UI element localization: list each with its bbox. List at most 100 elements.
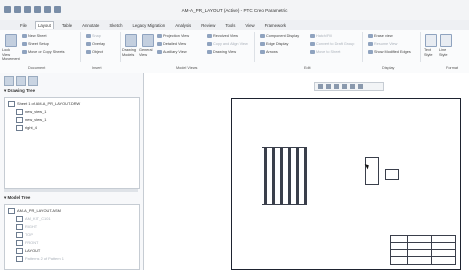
general-view-icon[interactable] — [142, 34, 154, 47]
repaint-icon[interactable] — [342, 84, 347, 89]
title-bar: AM-A_PR_LAYOUT (Active) - PTC Creo Param… — [0, 0, 469, 21]
zoom-out-icon[interactable] — [334, 84, 339, 89]
drawing-sheet[interactable] — [231, 98, 461, 270]
view-manager-icon[interactable] — [358, 84, 363, 89]
component-display-button[interactable]: Component Display — [260, 34, 299, 38]
pattern-icon — [16, 256, 23, 262]
tree-item-part[interactable]: AM_KIT_C101 — [16, 216, 51, 222]
tree-item-datum[interactable]: TOP — [16, 232, 33, 238]
tab-tools[interactable]: Tools — [223, 22, 237, 29]
group-label-insert[interactable]: Insert — [92, 66, 102, 70]
tab-annotate[interactable]: Annotate — [80, 22, 101, 29]
drawing-view-front[interactable] — [262, 147, 307, 205]
group-label-format[interactable]: Format — [446, 66, 458, 70]
line-style-icon[interactable] — [440, 34, 452, 47]
revolved-view-icon — [207, 34, 212, 38]
geometry-line — [262, 147, 307, 148]
graphics-window[interactable] — [144, 73, 469, 270]
group-label-model-views[interactable]: Model Views — [176, 66, 197, 70]
convert-draft-group-button[interactable]: Convert to Draft Group — [310, 42, 354, 46]
folder-tab-icon[interactable] — [16, 76, 26, 86]
overlay-button[interactable]: Overlay — [86, 42, 105, 46]
projection-view-button[interactable]: Projection View — [157, 34, 189, 38]
part-icon — [16, 216, 23, 222]
title-block — [390, 235, 456, 265]
tree-item-view-label: right_4 — [25, 125, 37, 131]
window-title: AM-A_PR_LAYOUT (Active) - PTC Creo Param… — [181, 8, 288, 13]
refit-icon[interactable] — [318, 84, 323, 89]
detailed-view-button[interactable]: Detailed View — [157, 42, 186, 46]
overlay-label: Overlay — [92, 42, 106, 46]
drawing-models-icon[interactable] — [125, 34, 137, 47]
line-style-button[interactable]: Line Style — [439, 48, 451, 57]
tree-item-view[interactable]: new_view_1 — [16, 117, 46, 123]
tab-legacy-migration[interactable]: Legacy Migration — [130, 22, 167, 29]
lock-view-icon[interactable] — [5, 34, 17, 47]
tab-table[interactable]: Table — [60, 22, 74, 29]
drawing-tree-title: Drawing Tree — [7, 88, 36, 93]
drawing-models-button[interactable]: Drawing Models — [122, 48, 137, 57]
tree-item-assembly[interactable]: AM-A_PR_LAYOUT.ASM — [8, 208, 61, 214]
sheet-setup-button[interactable]: Sheet Setup — [22, 42, 49, 46]
group-label-display[interactable]: Display — [382, 66, 394, 70]
hatch-fill-icon — [310, 34, 315, 38]
general-view-button[interactable]: General View — [139, 48, 154, 57]
revolved-view-button[interactable]: Revolved View — [207, 34, 238, 38]
drawing-tree-header[interactable]: ▾ Drawing Tree — [4, 88, 35, 94]
tree-item-layout[interactable]: LAYOUT — [16, 248, 40, 254]
tab-sketch[interactable]: Sketch — [107, 22, 124, 29]
arrows-button[interactable]: Arrows — [260, 50, 278, 54]
drawing-view-button[interactable]: Drawing View — [207, 50, 236, 54]
tab-file[interactable]: File — [18, 22, 29, 29]
show-modified-edges-button[interactable]: Show Modified Edges — [368, 50, 411, 54]
tree-tab-icon[interactable] — [4, 76, 14, 86]
edge-display-button[interactable]: Edge Display — [260, 42, 288, 46]
tab-view[interactable]: View — [243, 22, 256, 29]
display-style-icon[interactable] — [350, 84, 355, 89]
table-line — [391, 242, 455, 243]
object-button[interactable]: Object — [86, 50, 103, 54]
text-style-button[interactable]: Text Style — [424, 48, 436, 57]
snap-button[interactable]: Snap — [86, 34, 101, 38]
drawing-tree-scrollbar[interactable] — [4, 189, 138, 192]
tree-item-datum-label: TOP — [25, 232, 33, 238]
drawing-view-detail[interactable] — [385, 169, 399, 180]
hatch-fill-button[interactable]: Hatch/Fill — [310, 34, 332, 38]
move-copy-sheets-label: Move or Copy Sheets — [28, 50, 65, 54]
model-tree-header[interactable]: ▾ Model Tree — [4, 195, 30, 201]
model-tree: AM-A_PR_LAYOUT.ASM AM_KIT_C101 RIGHT TOP… — [4, 204, 140, 270]
copy-align-view-icon — [207, 42, 212, 46]
tree-item-pattern[interactable]: Patterns 2 of Pattern 1 — [16, 256, 64, 262]
drawing-view-side[interactable] — [365, 157, 379, 185]
overlay-icon — [86, 42, 91, 46]
tree-item-datum[interactable]: RIGHT — [16, 224, 37, 230]
copy-align-view-button[interactable]: Copy and Align View — [207, 42, 248, 46]
lock-view-movement-button[interactable]: Lock View Movement — [2, 48, 20, 62]
group-label-edit[interactable]: Edit — [304, 66, 311, 70]
resume-view-button[interactable]: Resume View — [368, 42, 397, 46]
document-group: Lock View Movement New Sheet Sheet Setup… — [2, 32, 81, 62]
navigator-panel: ▾ Drawing Tree Sheet 1 of AM-A_PR_LAYOUT… — [0, 73, 144, 270]
table-line — [391, 249, 455, 250]
favorites-tab-icon[interactable] — [28, 76, 38, 86]
new-sheet-button[interactable]: New Sheet — [22, 34, 47, 38]
zoom-in-icon[interactable] — [326, 84, 331, 89]
tree-item-datum[interactable]: FRONT — [16, 240, 38, 246]
tab-framework[interactable]: Framework — [263, 22, 289, 29]
tab-review[interactable]: Review — [199, 22, 217, 29]
display-group: Erase view Resume View Show Modified Edg… — [364, 32, 421, 62]
erase-view-label: Erase view — [374, 34, 393, 38]
text-style-icon[interactable] — [425, 34, 437, 47]
tab-analysis[interactable]: Analysis — [173, 22, 193, 29]
erase-view-button[interactable]: Erase view — [368, 34, 393, 38]
convert-draft-group-icon — [310, 42, 315, 46]
tree-item-sheet[interactable]: Sheet 1 of AM-A_PR_LAYOUT.DRW — [8, 101, 80, 107]
tab-layout[interactable]: Layout — [34, 21, 54, 29]
move-copy-sheets-button[interactable]: Move or Copy Sheets — [22, 50, 65, 54]
auxiliary-view-button[interactable]: Auxiliary View — [157, 50, 187, 54]
tree-item-view[interactable]: right_4 — [16, 125, 37, 131]
move-to-sheet-button[interactable]: Move to Sheet — [310, 50, 340, 54]
sheet-setup-icon — [22, 42, 27, 46]
tree-item-view[interactable]: new_view_1 — [16, 109, 46, 115]
geometry-line — [272, 147, 275, 205]
